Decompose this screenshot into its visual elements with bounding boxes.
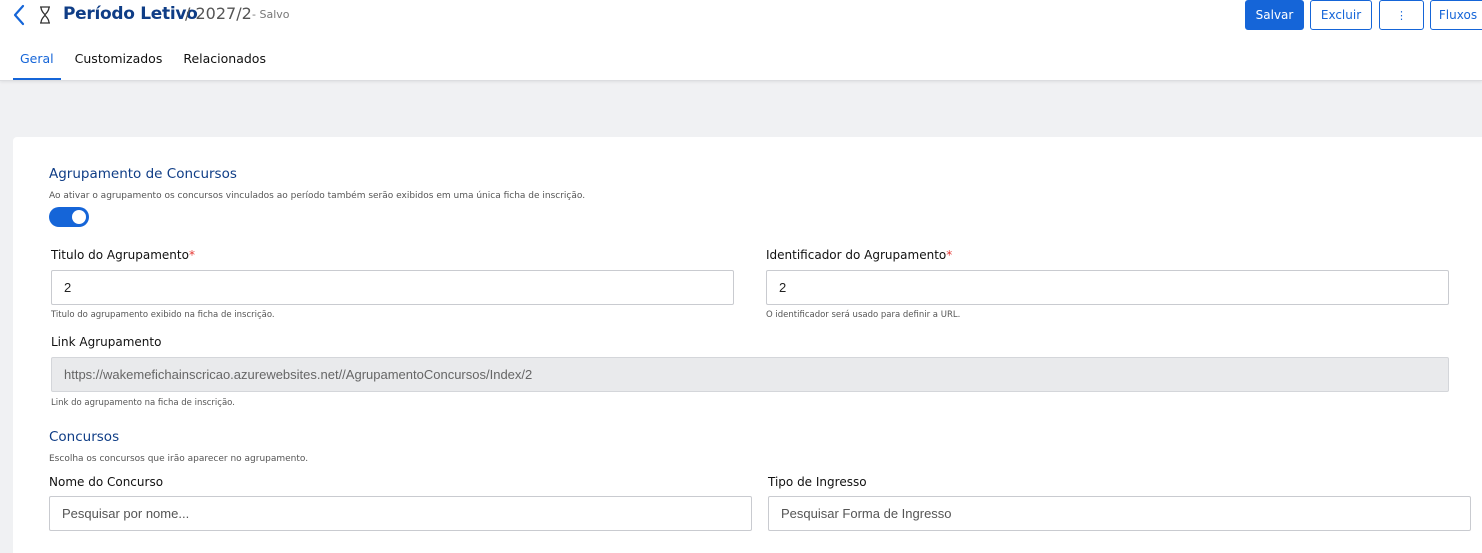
grouping-section-description: Ao ativar o agrupamento os concursos vin… (49, 191, 586, 201)
save-status: - Salvo (252, 8, 290, 21)
identifier-field-label: Identificador do Agrupamento* (766, 248, 953, 262)
grouping-toggle[interactable] (49, 207, 89, 227)
flows-button[interactable]: Fluxos (1430, 0, 1482, 30)
contest-name-search-input[interactable] (49, 496, 752, 531)
page-title: Período Letivo (63, 4, 198, 24)
admission-type-search-input[interactable] (768, 496, 1471, 531)
save-button[interactable]: Salvar (1245, 0, 1304, 30)
identifier-field-help: O identificador será usado para definir … (766, 310, 961, 320)
record-identifier: / 2027/2 (185, 4, 252, 23)
contests-section-description: Escolha os concursos que irão aparecer n… (49, 454, 309, 464)
tab-relacionados[interactable]: Relacionados (176, 40, 273, 80)
grouping-section-title: Agrupamento de Concursos (49, 166, 237, 182)
contests-section-title: Concursos (49, 429, 120, 445)
grouping-identifier-input[interactable] (766, 270, 1449, 305)
hourglass-icon (40, 6, 50, 24)
required-mark: * (188, 248, 195, 262)
link-field-label: Link Agrupamento (51, 335, 162, 349)
top-header: Período Letivo / 2027/2 - Salvo Salvar E… (0, 0, 1482, 81)
admission-type-label: Tipo de Ingresso (768, 475, 867, 489)
more-options-button[interactable]: ⋮ (1379, 0, 1424, 30)
title-field-label: Titulo do Agrupamento* (51, 248, 195, 262)
grouping-link-input[interactable] (51, 357, 1449, 392)
delete-button[interactable]: Excluir (1310, 0, 1372, 30)
contest-name-label: Nome do Concurso (49, 475, 164, 489)
tab-customizados[interactable]: Customizados (68, 40, 170, 80)
link-field-help: Link do agrupamento na ficha de inscriçã… (51, 398, 235, 408)
required-mark: * (946, 248, 953, 262)
tab-bar: Geral Customizados Relacionados (13, 40, 280, 80)
vertical-ellipsis-icon: ⋮ (1396, 8, 1407, 22)
title-field-help: Titulo do agrupamento exibido na ficha d… (51, 310, 275, 320)
grouping-title-input[interactable] (51, 270, 734, 305)
tab-geral[interactable]: Geral (13, 40, 61, 80)
toggle-knob (72, 210, 86, 224)
chevron-left-icon[interactable] (10, 3, 30, 27)
